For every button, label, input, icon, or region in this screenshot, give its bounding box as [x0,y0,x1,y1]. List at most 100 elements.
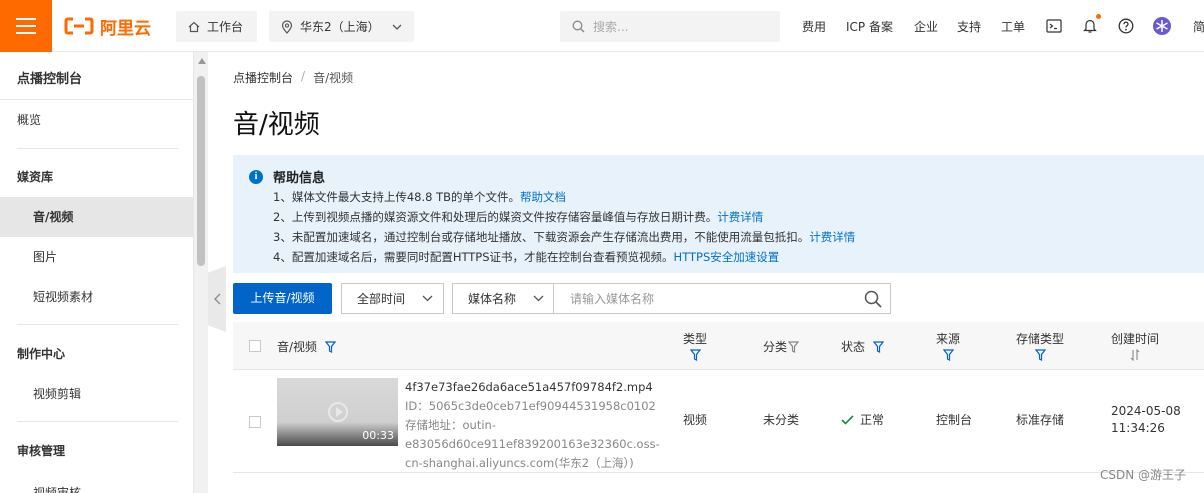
nav-icp[interactable]: ICP 备案 [846,0,893,52]
help-docs-link[interactable]: 帮助文档 [520,190,566,204]
file-name[interactable]: 4f37e73fae26da6ace51a457f09784f2.mp4 [405,378,665,397]
upload-media-button[interactable]: 上传音/视频 [233,283,332,314]
breadcrumb-root[interactable]: 点播控制台 [233,69,293,86]
time-range-value: 全部时间 [357,292,406,306]
row-checkbox[interactable] [249,416,261,428]
filter-icon[interactable] [873,340,885,353]
workbench-button[interactable]: 工作台 [176,11,257,42]
sidebar: 点播控制台 概览 媒资库 音/视频 图片 短视频素材 制作中心 视频剪辑 审核管… [0,52,194,493]
file-id: ID：5065c3de0ceb71ef90944531958c0102 [405,399,656,413]
table-row[interactable]: 00:33 4f37e73fae26da6ace51a457f09784f2.m… [233,370,1204,473]
billing-details-link[interactable]: 计费详情 [717,210,763,224]
sidebar-item-overview[interactable]: 概览 [0,100,193,140]
nav-enterprise-label: 企业 [914,19,939,34]
table-header: 音/视频 类型 分类 状态 来源 存储类型 创建时间 [233,322,1204,370]
video-duration: 00:33 [362,429,394,442]
cell-source: 控制台 [936,413,973,427]
cell-created-time: 2024-05-08 11:34:26 [1111,403,1181,437]
sidebar-item-video-edit[interactable]: 视频剪辑 [0,374,193,414]
menu-icon[interactable] [0,0,52,52]
filter-icon[interactable] [788,340,800,353]
header-source: 来源 [936,330,960,361]
header-source-label: 来源 [936,332,961,346]
header-status: 状态 [841,338,885,355]
chevron-down-icon [392,24,402,30]
sidebar-item-short-video[interactable]: 短视频素材 [0,277,193,317]
select-all-checkbox[interactable] [249,340,261,352]
region-selector[interactable]: 华东2（上海） [269,11,414,42]
page-title: 音/视频 [233,110,320,140]
sidebar-item-audio-video[interactable]: 音/视频 [0,197,193,237]
breadcrumb: 点播控制台 / 音/视频 [233,69,353,86]
location-pin-icon [281,19,293,34]
sidebar-scrollbar[interactable] [194,52,208,493]
help-line-text: 2、上传到视频点播的媒资源文件和处理后的媒资文件按存储容量峰值与存放日期计费。 [273,210,718,224]
filter-icon[interactable] [689,349,701,361]
scrollbar-thumb[interactable] [197,76,205,266]
nav-fee[interactable]: 费用 [802,0,826,52]
sidebar-divider [17,148,178,149]
help-line-text: 4、配置加速域名后，需要同时配置HTTPS证书，才能在控制台查看预览视频。 [273,250,674,264]
csdn-watermark: CSDN @游王子 [1099,468,1186,482]
sidebar-divider [17,324,178,325]
breadcrumb-current: 音/视频 [313,71,354,85]
language-switch-label: 简 [1193,19,1204,34]
header-type-label: 类型 [683,332,708,346]
language-switch[interactable]: 简 [1193,0,1204,52]
time-range-select[interactable]: 全部时间 [341,283,444,314]
video-thumbnail[interactable]: 00:33 [277,378,398,446]
avatar[interactable] [1153,17,1171,35]
header-type: 类型 [683,330,707,361]
sidebar-group-media: 媒资库 [17,170,54,184]
sort-icon[interactable] [1130,349,1140,361]
billing-details-link[interactable]: 计费详情 [809,230,855,244]
help-panel: i 帮助信息 1、媒体文件最大支持上传48.8 TB的单个文件。帮助文档 2、上… [233,155,1204,273]
help-line-3: 3、未配置加速域名，通过控制台或存储地址播放、下载资源会产生存储流出费用，不能使… [273,229,855,245]
notification-dot [1096,14,1101,19]
nav-icp-label: ICP 备案 [846,19,893,34]
media-search-input[interactable]: 请输入媒体名称 [553,283,891,314]
nav-support-label: 支持 [957,19,982,34]
help-title: 帮助信息 [273,171,326,186]
filter-icon[interactable] [1034,349,1046,361]
filter-icon[interactable] [325,340,337,353]
created-time: 11:34:26 [1111,421,1165,435]
chevron-down-icon [533,295,544,302]
sidebar-divider [17,421,178,422]
global-search[interactable]: 搜索... [560,11,780,42]
sidebar-group-production: 制作中心 [17,347,66,361]
search-field-select[interactable]: 媒体名称 [452,283,554,314]
help-icon[interactable] [1117,17,1135,35]
help-line-text: 1、媒体文件最大支持上传48.8 TB的单个文件。 [273,190,520,204]
header-created-label: 创建时间 [1111,332,1160,346]
created-date: 2024-05-08 [1111,404,1181,418]
search-icon[interactable] [864,290,882,308]
file-info: 4f37e73fae26da6ace51a457f09784f2.mp4 ID：… [405,378,665,473]
sidebar-item-video-review[interactable]: 视频审核 [0,473,193,493]
region-label: 华东2（上海） [300,20,380,34]
cell-type: 视频 [683,413,708,427]
nav-ticket[interactable]: 工单 [1001,0,1025,52]
header-media: 音/视频 [277,338,337,355]
top-bar: 阿里云 工作台 华东2（上海） 搜索... 费用 ICP 备案 企业 支持 工单… [0,0,1204,52]
search-icon [572,20,585,33]
nav-enterprise[interactable]: 企业 [914,0,938,52]
header-media-label: 音/视频 [277,340,318,354]
nav-ticket-label: 工单 [1001,19,1026,34]
filter-icon[interactable] [942,349,954,361]
aliyun-logo-icon [64,17,94,35]
status-label: 正常 [860,413,885,427]
https-acceleration-link[interactable]: HTTPS安全加速设置 [674,250,780,264]
bell-icon[interactable] [1081,14,1101,35]
play-icon [328,402,348,422]
logo-text: 阿里云 [100,18,151,39]
nav-support[interactable]: 支持 [957,0,981,52]
terminal-icon[interactable] [1045,17,1063,35]
aliyun-logo[interactable]: 阿里云 [64,15,151,39]
storage-address-2: e83056d60ce911ef839200163e32360c.oss- [405,437,660,451]
header-category-label: 分类 [763,340,788,354]
header-created-time: 创建时间 [1111,330,1159,361]
sidebar-item-images[interactable]: 图片 [0,237,193,277]
scroll-up-arrow-icon[interactable] [198,58,206,64]
help-line-4: 4、配置加速域名后，需要同时配置HTTPS证书，才能在控制台查看预览视频。HTT… [273,249,779,265]
